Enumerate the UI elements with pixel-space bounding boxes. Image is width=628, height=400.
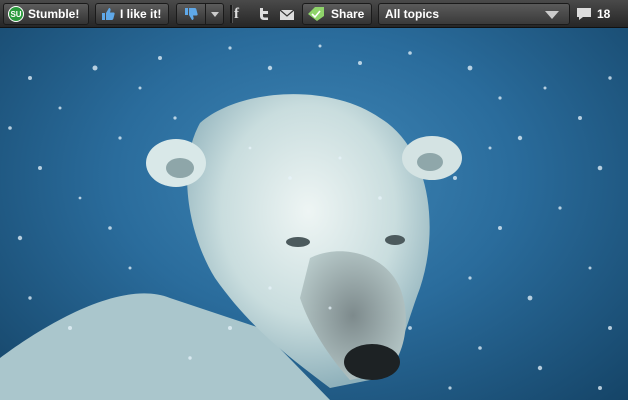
share-button[interactable]: Share	[302, 3, 372, 25]
topics-selected-value: All topics	[385, 7, 440, 21]
stumble-label: Stumble!	[28, 7, 80, 21]
stumbleupon-logo-icon: SU	[8, 6, 24, 22]
like-label: I like it!	[120, 7, 162, 21]
chevron-down-icon	[210, 11, 219, 17]
chevron-down-icon	[545, 11, 559, 19]
comments-button[interactable]: 18	[576, 3, 610, 25]
dislike-thumb[interactable]	[177, 4, 206, 24]
share-label: Share	[331, 7, 365, 21]
thumb-down-icon	[185, 8, 198, 20]
share-icon	[308, 7, 324, 21]
dislike-button[interactable]	[176, 3, 224, 25]
mail-icon[interactable]	[279, 7, 295, 23]
comment-bubble-icon	[577, 8, 591, 20]
twitter-icon[interactable]	[256, 6, 272, 22]
polar-bear-photo	[0, 28, 628, 400]
stumbleupon-toolbar: SU Stumble! I like it! f Share All topic…	[0, 0, 628, 28]
stumble-button[interactable]: SU Stumble!	[3, 3, 89, 25]
like-button[interactable]: I like it!	[95, 3, 169, 25]
toolbar-divider	[230, 5, 233, 23]
facebook-icon[interactable]: f	[234, 6, 250, 22]
polar-bear-underwater-image	[0, 44, 612, 400]
dislike-menu-button[interactable]	[206, 11, 223, 17]
thumb-up-icon	[102, 8, 115, 20]
topics-dropdown[interactable]: All topics	[378, 3, 570, 25]
comments-count: 18	[597, 7, 611, 21]
